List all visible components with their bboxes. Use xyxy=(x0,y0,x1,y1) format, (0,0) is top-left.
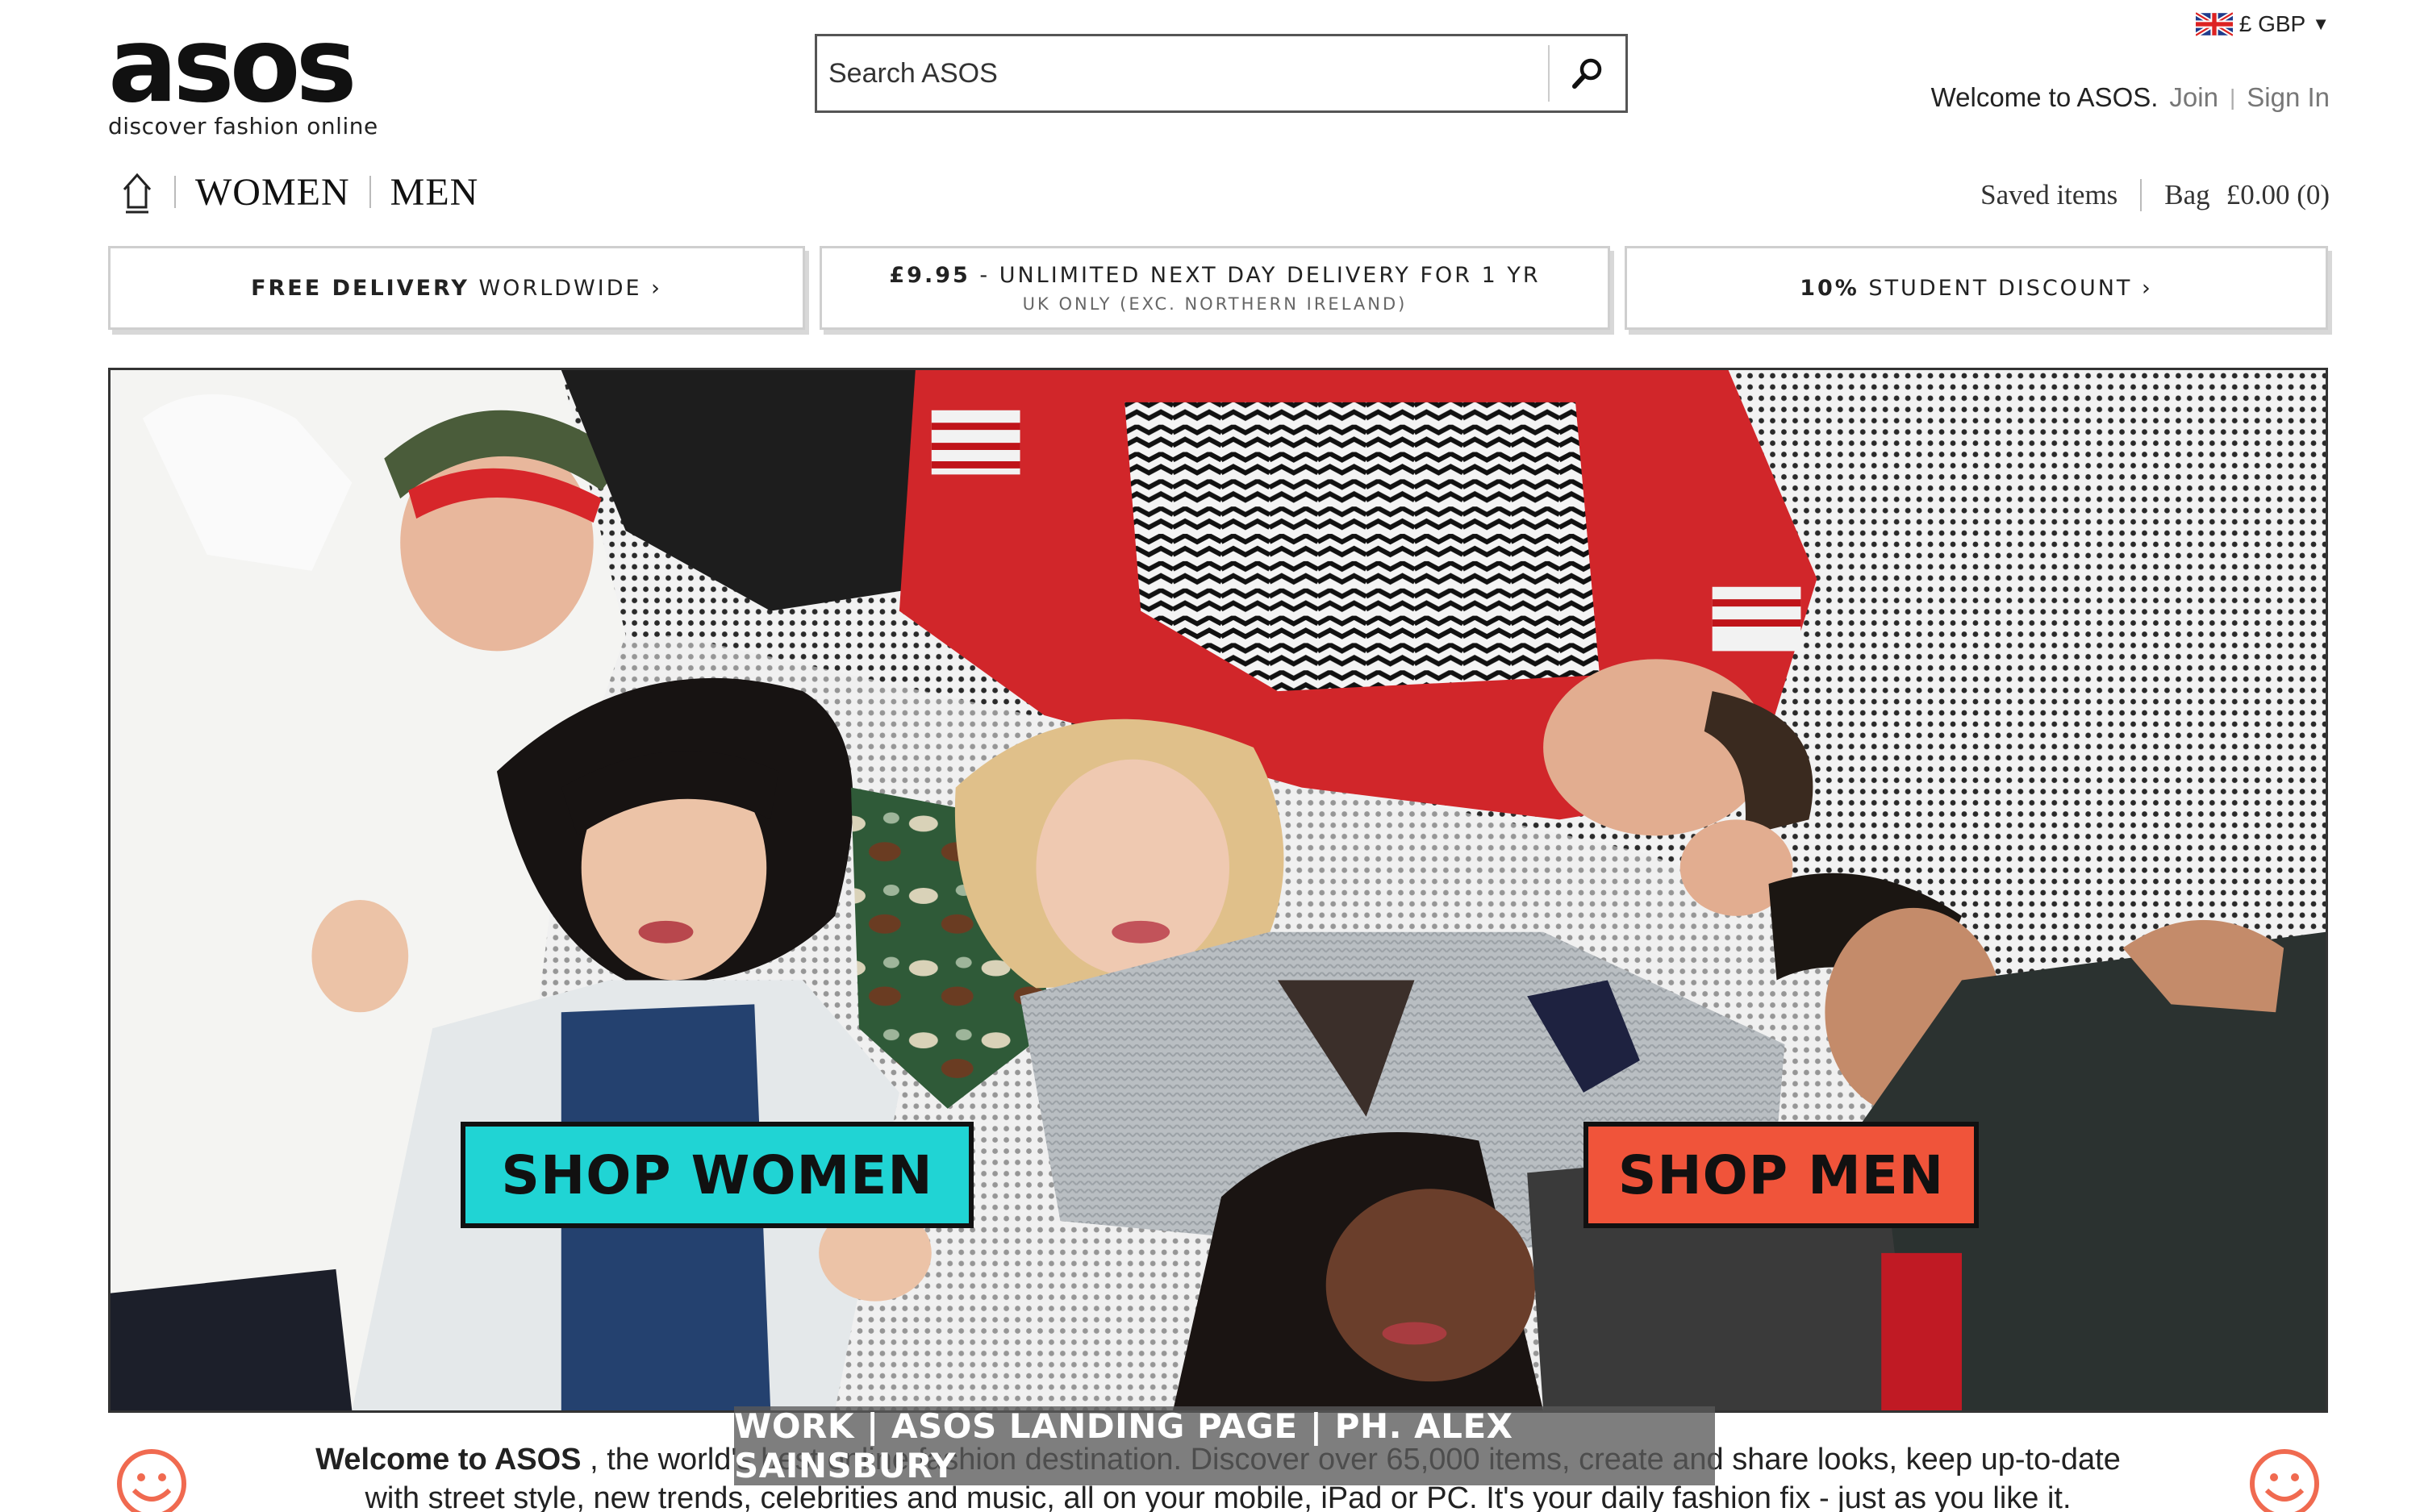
promo-free-delivery[interactable]: FREE DELIVERY WORLDWIDE › xyxy=(108,246,805,330)
search-box xyxy=(815,34,1628,113)
promo-student-discount[interactable]: 10% STUDENT DISCOUNT › xyxy=(1625,246,2328,330)
sign-in-link[interactable]: Sign In xyxy=(2247,82,2330,113)
promo-text: £9.95 - UNLIMITED NEXT DAY DELIVERY FOR … xyxy=(889,263,1540,288)
photo-credit-caption: WORK | ASOS LANDING PAGE | PH. ALEX SAIN… xyxy=(734,1406,1715,1485)
welcome-heading: Welcome to ASOS xyxy=(315,1443,582,1477)
divider: | xyxy=(2229,85,2236,110)
caret-down-icon: ▼ xyxy=(2312,14,2330,34)
home-icon[interactable] xyxy=(119,170,155,214)
logo-tagline: discover fashion online xyxy=(108,113,378,140)
divider xyxy=(369,176,371,208)
promo-rest: WORLDWIDE › xyxy=(469,275,662,301)
uk-flag-icon xyxy=(2195,12,2233,36)
promo-rest: - UNLIMITED NEXT DAY DELIVERY FOR 1 YR xyxy=(970,262,1541,288)
promo-text: 10% STUDENT DISCOUNT › xyxy=(1800,276,2153,301)
hero-photo xyxy=(111,370,2326,1410)
tab-men[interactable]: MEN xyxy=(390,170,479,215)
currency-selector[interactable]: £ GBP ▼ xyxy=(2195,11,2330,37)
shop-men-button[interactable]: SHOP MEN xyxy=(1583,1122,1979,1228)
promo-highlight: 10% xyxy=(1800,275,1859,301)
utility-nav: Saved items Bag £0.00 (0) xyxy=(1980,179,2330,211)
saved-items-link[interactable]: Saved items xyxy=(1980,179,2118,211)
divider xyxy=(2140,179,2143,211)
smiley-face-icon xyxy=(117,1449,186,1512)
divider xyxy=(174,176,176,208)
account-links: Welcome to ASOS. Join | Sign In xyxy=(1931,82,2330,113)
welcome-line-2: with street style, new trends, celebriti… xyxy=(365,1481,2072,1512)
currency-label: £ GBP xyxy=(2238,11,2306,36)
search-button[interactable] xyxy=(1548,45,1625,102)
promo-text: FREE DELIVERY WORLDWIDE › xyxy=(251,276,662,301)
promo-rest: STUDENT DISCOUNT › xyxy=(1859,275,2153,301)
shop-women-button[interactable]: SHOP WOMEN xyxy=(461,1122,974,1228)
hero-banner: SHOP WOMEN SHOP MEN xyxy=(108,368,2328,1413)
bag-link[interactable]: Bag £0.00 (0) xyxy=(2164,179,2330,211)
search-icon xyxy=(1572,58,1602,89)
bag-label: Bag xyxy=(2164,179,2210,210)
promo-highlight: £9.95 xyxy=(889,262,970,288)
promo-banners: FREE DELIVERY WORLDWIDE › £9.95 - UNLIMI… xyxy=(108,246,2328,330)
join-link[interactable]: Join xyxy=(2169,82,2218,113)
bag-total: £0.00 (0) xyxy=(2226,179,2330,210)
promo-next-day-delivery[interactable]: £9.95 - UNLIMITED NEXT DAY DELIVERY FOR … xyxy=(820,246,1610,330)
smiley-face-icon xyxy=(2250,1449,2319,1512)
promo-subtext: UK ONLY (EXC. NORTHERN IRELAND) xyxy=(1022,294,1408,314)
asos-logo[interactable]: asos discover fashion online xyxy=(108,6,398,140)
tab-women[interactable]: WOMEN xyxy=(195,170,350,215)
logo-wordmark: asos xyxy=(108,6,357,126)
promo-highlight: FREE DELIVERY xyxy=(251,275,469,301)
main-nav: WOMEN MEN xyxy=(119,168,478,216)
search-input[interactable] xyxy=(817,36,1548,110)
welcome-message: Welcome to ASOS. xyxy=(1930,82,2159,112)
